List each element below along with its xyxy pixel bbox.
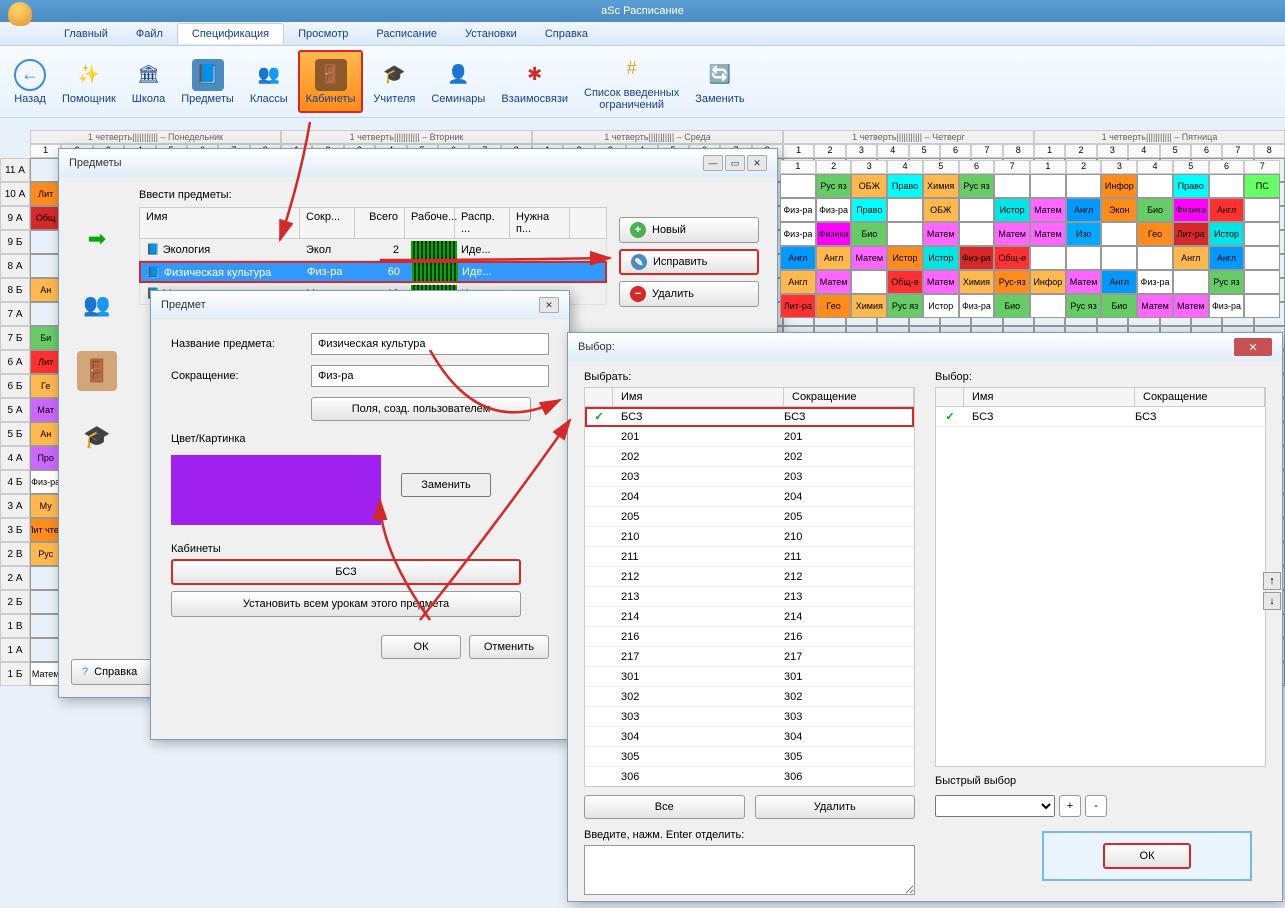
titlebar: aSc Расписание xyxy=(0,0,1285,22)
replace-color-button[interactable]: Заменить xyxy=(401,473,491,497)
rooms-label: Кабинеты xyxy=(171,543,549,555)
selection-ok-button[interactable]: ОК xyxy=(1103,843,1191,869)
list-item[interactable]: 301301 xyxy=(585,667,914,687)
list-item[interactable]: 211211 xyxy=(585,547,914,567)
relations-button[interactable]: ✱Взаимосвязи xyxy=(495,50,574,113)
menu-main[interactable]: Главный xyxy=(50,24,122,44)
ribbon: ←Назад ✨Помощник 🏛Школа 📘Предметы 👥Класс… xyxy=(0,46,1285,118)
close-icon[interactable]: ✕ xyxy=(1234,338,1272,356)
scroll-up-icon[interactable]: ↑ xyxy=(1263,572,1281,590)
list-item[interactable]: 201201 xyxy=(585,427,914,447)
maximize-icon[interactable]: ▭ xyxy=(725,155,745,171)
table-row[interactable]: 📘 Физическая культураФиз-ра60Иде... xyxy=(139,261,607,283)
remove-button[interactable]: Удалить xyxy=(755,795,916,819)
menu-view[interactable]: Просмотр xyxy=(284,24,362,44)
subject-name-input[interactable] xyxy=(311,333,549,355)
subjects-button[interactable]: 📘Предметы xyxy=(175,50,240,113)
list-item[interactable]: ✓БСЗБСЗ xyxy=(585,407,914,427)
close-icon[interactable]: ✕ xyxy=(539,297,559,313)
new-button[interactable]: +Новый xyxy=(619,217,759,243)
seminars-button[interactable]: 👤Семинары xyxy=(425,50,491,113)
rooms-button-detail[interactable]: БСЗ xyxy=(171,559,521,585)
list-item[interactable]: 216216 xyxy=(585,627,914,647)
list-item[interactable]: 212212 xyxy=(585,567,914,587)
minimize-icon[interactable]: — xyxy=(703,155,723,171)
subject-detail-dialog: Предмет ✕ Название предмета: Сокращение:… xyxy=(150,290,570,740)
right-list[interactable]: ✓БСЗБСЗ xyxy=(935,407,1266,767)
list-item[interactable]: 214214 xyxy=(585,607,914,627)
ok-box: ОК xyxy=(1042,831,1252,881)
list-item[interactable]: ✓БСЗБСЗ xyxy=(936,407,1265,427)
menu-sched[interactable]: Расписание xyxy=(362,24,451,44)
set-all-lessons-button[interactable]: Установить всем урокам этого предмета xyxy=(171,591,521,617)
scroll-down-icon[interactable]: ↓ xyxy=(1263,592,1281,610)
selection-dialog-title: Выбор: xyxy=(578,341,615,353)
rooms-button[interactable]: 🚪Кабинеты xyxy=(298,50,364,113)
plus-button[interactable]: + xyxy=(1059,795,1081,817)
list-item[interactable]: 303303 xyxy=(585,707,914,727)
cancel-button[interactable]: Отменить xyxy=(469,635,549,659)
name-label: Название предмета: xyxy=(171,338,311,350)
school-button[interactable]: 🏛Школа xyxy=(126,50,171,113)
select-all-button[interactable]: Все xyxy=(584,795,745,819)
menu-settings[interactable]: Установки xyxy=(451,24,531,44)
close-icon[interactable]: ✕ xyxy=(747,155,767,171)
selected-label: Выбор: xyxy=(935,371,1266,383)
bell-icon xyxy=(8,2,32,26)
right-list-header: ИмяСокращение xyxy=(935,387,1266,407)
list-item[interactable]: 305305 xyxy=(585,747,914,767)
quick-select-dropdown[interactable] xyxy=(935,795,1055,817)
list-item[interactable]: 203203 xyxy=(585,467,914,487)
color-label: Цвет/Картинка xyxy=(171,433,549,445)
subject-detail-title: Предмет xyxy=(161,299,206,311)
list-item[interactable]: 204204 xyxy=(585,487,914,507)
abbr-label: Сокращение: xyxy=(171,370,311,382)
menu-file[interactable]: Файл xyxy=(122,24,177,44)
list-item[interactable]: 202202 xyxy=(585,447,914,467)
door-icon[interactable]: 🚪 xyxy=(77,351,117,391)
userfields-button[interactable]: Поля, созд. пользователем xyxy=(311,397,531,421)
list-item[interactable]: 304304 xyxy=(585,727,914,747)
list-item[interactable]: 302302 xyxy=(585,687,914,707)
enter-label: Введите, нажм. Enter отделить: xyxy=(584,829,915,841)
scroll-buttons: ↑ ↓ xyxy=(1263,572,1281,610)
left-list[interactable]: ✓БСЗБСЗ201201202202203203204204205205210… xyxy=(584,407,915,787)
back-button[interactable]: ←Назад xyxy=(8,50,52,113)
quick-select-label: Быстрый выбор xyxy=(935,775,1266,787)
list-item[interactable]: 306306 xyxy=(585,767,914,787)
people-icon[interactable]: 👥 xyxy=(77,285,117,325)
teachers-button[interactable]: 🎓Учителя xyxy=(367,50,421,113)
select-label: Выбрать: xyxy=(584,371,915,383)
cap-icon[interactable]: 🎓 xyxy=(77,417,117,457)
restrictions-button[interactable]: #Список введенных ограничений xyxy=(578,50,685,113)
classes-button[interactable]: 👥Классы xyxy=(244,50,294,113)
selection-dialog: Выбор: ✕ Выбрать: ИмяСокращение ✓БСЗБСЗ2… xyxy=(567,332,1283,902)
table-row[interactable]: 📘 ЭкологияЭкол2Иде... xyxy=(139,239,607,261)
subjects-dialog-title: Предметы xyxy=(69,157,122,169)
list-item[interactable]: 217217 xyxy=(585,647,914,667)
replace-button[interactable]: 🔄Заменить xyxy=(689,50,750,113)
edit-button[interactable]: ✎Исправить xyxy=(619,249,759,275)
assistant-button[interactable]: ✨Помощник xyxy=(56,50,122,113)
minus-button[interactable]: - xyxy=(1085,795,1107,817)
list-item[interactable]: 210210 xyxy=(585,527,914,547)
delete-button[interactable]: −Удалить xyxy=(619,281,759,307)
arrow-next-icon[interactable]: ➡ xyxy=(77,219,117,259)
subjects-table-header: ИмяСокр...ВсегоРабоче...Распр. ...Нужна … xyxy=(139,207,607,239)
ok-button[interactable]: ОК xyxy=(381,635,461,659)
left-list-header: ИмяСокращение xyxy=(584,387,915,407)
menu-help[interactable]: Справка xyxy=(531,24,602,44)
menu-spec[interactable]: Спецификация xyxy=(177,23,284,44)
menubar: Главный Файл Спецификация Просмотр Распи… xyxy=(0,22,1285,46)
enter-textarea[interactable] xyxy=(584,845,915,895)
subject-abbr-input[interactable] xyxy=(311,365,549,387)
list-item[interactable]: 205205 xyxy=(585,507,914,527)
list-item[interactable]: 213213 xyxy=(585,587,914,607)
subjects-prompt: Ввести предметы: xyxy=(139,189,607,201)
color-preview xyxy=(171,455,381,525)
